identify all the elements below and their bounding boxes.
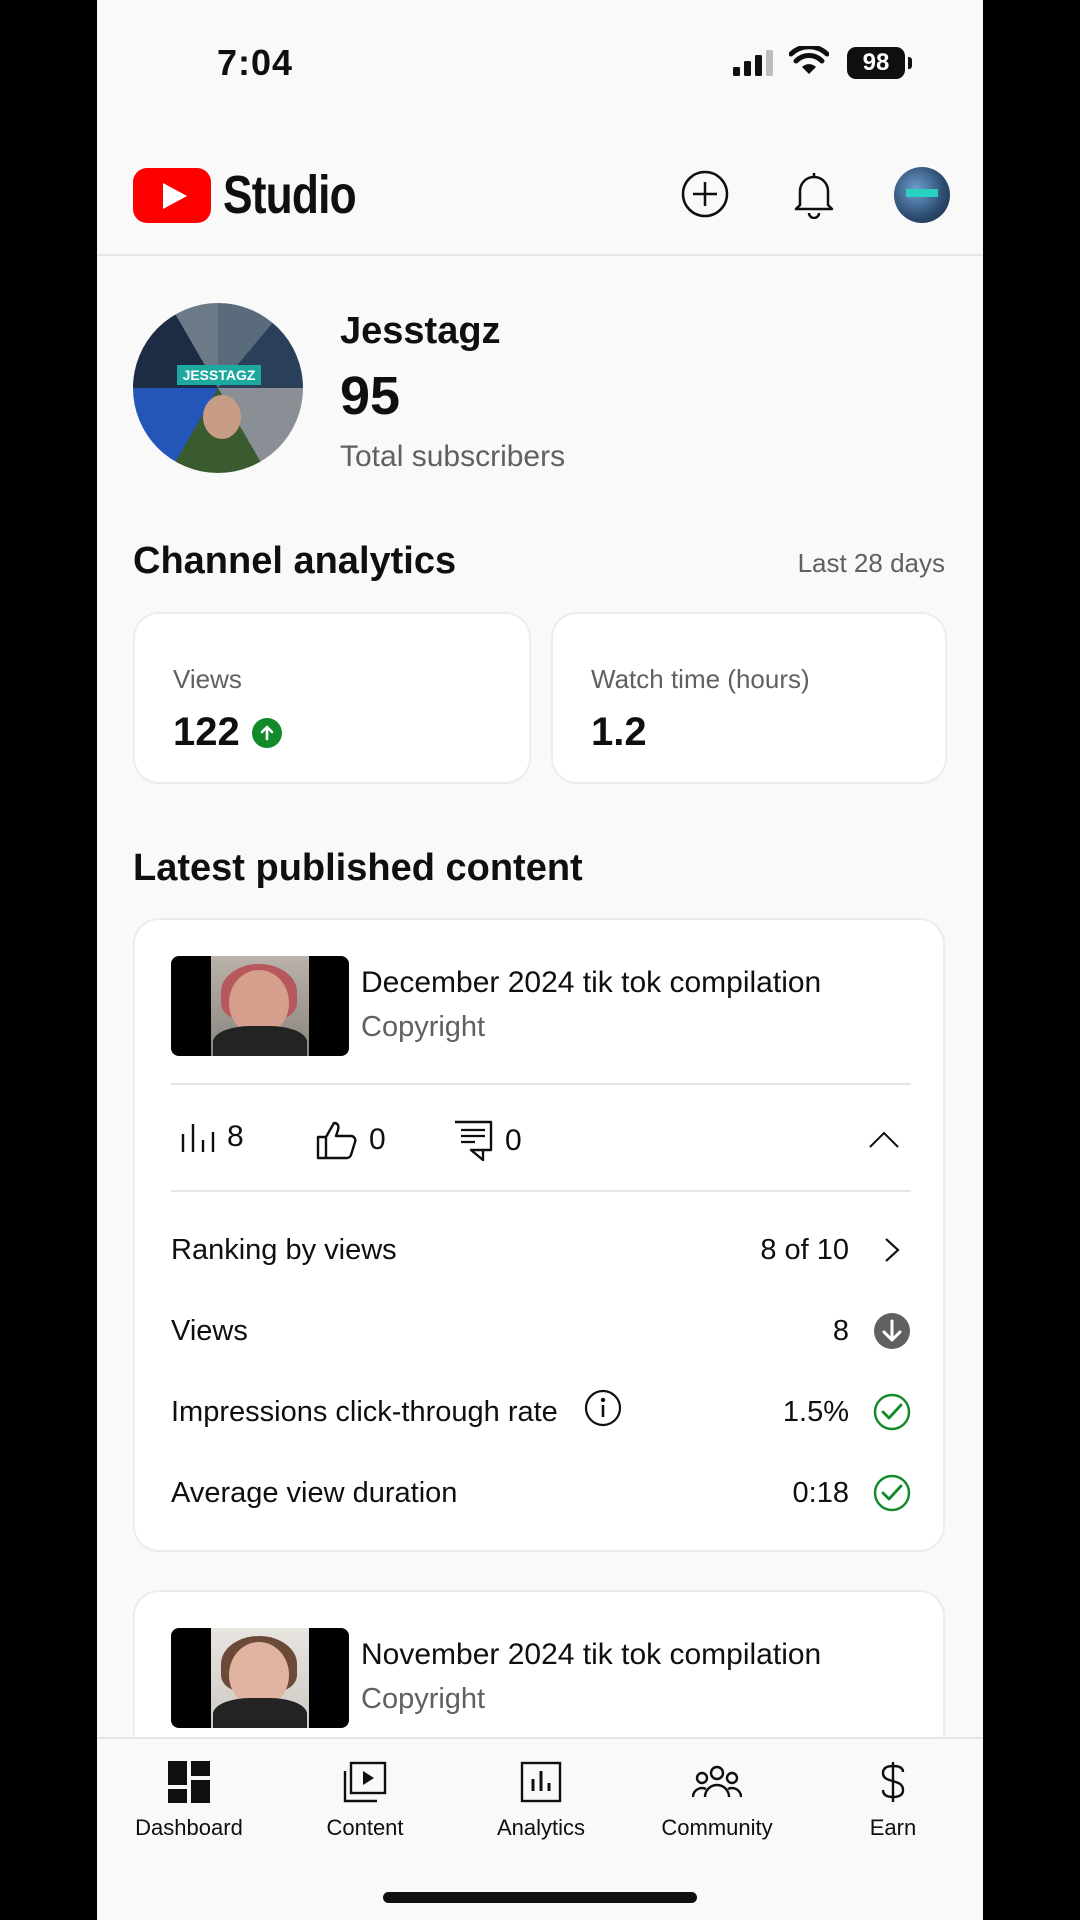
ranking-value: 8 of 10 — [760, 1233, 849, 1266]
ctr-row: Impressions click-through rate 1.5% — [171, 1387, 911, 1437]
info-icon[interactable] — [584, 1389, 622, 1435]
community-icon — [637, 1757, 797, 1807]
views-row: Views 8 — [171, 1306, 911, 1356]
video-status-1: Copyright — [361, 1011, 486, 1043]
divider — [171, 1190, 911, 1192]
video-likes-metric: 0 — [315, 1120, 386, 1160]
dashboard-icon — [109, 1757, 269, 1807]
nav-content-label: Content — [326, 1815, 404, 1840]
analytics-range: Last 28 days — [797, 548, 945, 578]
chevron-up-icon[interactable] — [868, 1130, 900, 1150]
app-header: Studio — [97, 150, 983, 256]
nav-earn-label: Earn — [869, 1815, 917, 1840]
channel-avatar: JESSTAGZ — [133, 303, 303, 473]
trend-up-icon — [251, 717, 282, 748]
account-avatar[interactable] — [894, 167, 950, 223]
add-circle-icon — [681, 170, 729, 218]
watch-time-value: 1.2 — [591, 710, 647, 754]
views-label: Views — [173, 664, 242, 694]
check-circle-icon — [873, 1393, 911, 1431]
thumbs-up-icon — [316, 1121, 357, 1160]
battery-tip — [908, 57, 912, 69]
home-indicator[interactable] — [383, 1892, 697, 1903]
content-icon — [285, 1757, 445, 1807]
phone-screen: 7:04 98 Studio JESSTAGZ Jesstagz 95 Tota… — [97, 0, 983, 1920]
avg-duration-row: Average view duration 0:18 — [171, 1468, 911, 1518]
ranking-label: Ranking by views — [171, 1233, 397, 1266]
views-row-value: 8 — [832, 1314, 849, 1347]
status-bar: 7:04 98 — [97, 0, 983, 120]
latest-content-title: Latest published content — [133, 847, 583, 889]
subscriber-count: 95 — [340, 366, 401, 426]
video-views-count: 8 — [227, 1120, 244, 1153]
video-title-2[interactable]: November 2024 tik tok compilation — [361, 1638, 821, 1672]
youtube-logo-icon — [133, 167, 211, 223]
cellular-signal-icon — [733, 50, 773, 76]
views-card[interactable]: Views 122 — [133, 612, 531, 784]
watch-time-label: Watch time (hours) — [591, 664, 810, 694]
nav-content[interactable]: Content — [285, 1757, 445, 1841]
youtube-studio-logo[interactable]: Studio — [133, 164, 385, 226]
notifications-button[interactable] — [788, 168, 840, 220]
video-likes-count: 0 — [369, 1123, 386, 1156]
watch-time-card[interactable]: Watch time (hours) 1.2 — [551, 612, 947, 784]
battery-indicator: 98 — [847, 47, 905, 79]
nav-community-label: Community — [661, 1815, 773, 1840]
channel-avatar-face — [203, 395, 241, 439]
video-status-2: Copyright — [361, 1683, 486, 1715]
video-views-metric: 8 — [179, 1120, 244, 1154]
wifi-icon — [789, 46, 829, 74]
studio-wordmark: Studio — [223, 165, 357, 225]
avg-duration-label: Average view duration — [171, 1476, 458, 1509]
arrow-down-circle-icon — [873, 1312, 911, 1350]
earn-icon — [813, 1757, 973, 1807]
bar-chart-icon — [181, 1124, 215, 1152]
nav-analytics[interactable]: Analytics — [461, 1757, 621, 1841]
nav-analytics-label: Analytics — [496, 1815, 586, 1840]
video-thumbnail-1[interactable] — [171, 956, 349, 1056]
video-comments-count: 0 — [505, 1124, 522, 1157]
video-title-1[interactable]: December 2024 tik tok compilation — [361, 966, 821, 1000]
views-value-row: 122 — [173, 710, 282, 755]
subscriber-label: Total subscribers — [340, 440, 566, 473]
video-card-1[interactable]: December 2024 tik tok compilation Copyri… — [133, 918, 945, 1552]
ranking-row[interactable]: Ranking by views 8 of 10 — [171, 1225, 911, 1275]
avg-duration-value: 0:18 — [792, 1476, 849, 1509]
views-value: 122 — [173, 710, 240, 754]
ctr-value: 1.5% — [782, 1395, 849, 1428]
views-row-label: Views — [171, 1314, 248, 1347]
bell-icon — [794, 173, 834, 219]
ctr-label: Impressions click-through rate — [171, 1395, 558, 1428]
video-thumbnail-2[interactable] — [171, 1628, 349, 1728]
video-comments-metric: 0 — [453, 1120, 522, 1162]
channel-analytics-title: Channel analytics — [133, 540, 457, 582]
nav-earn[interactable]: Earn — [813, 1757, 973, 1841]
nav-community[interactable]: Community — [637, 1757, 797, 1841]
nav-dashboard[interactable]: Dashboard — [109, 1757, 269, 1841]
chevron-right-icon — [873, 1231, 911, 1269]
status-time: 7:04 — [217, 42, 294, 83]
thumbnail-body — [213, 1026, 307, 1056]
channel-name: Jesstagz — [340, 310, 501, 352]
create-button[interactable] — [679, 168, 731, 220]
check-circle-icon — [873, 1474, 911, 1512]
comment-icon — [455, 1120, 493, 1162]
divider — [171, 1083, 911, 1085]
analytics-icon — [461, 1757, 621, 1807]
channel-avatar-text: JESSTAGZ — [177, 365, 261, 385]
thumbnail-body — [213, 1698, 307, 1728]
nav-dashboard-label: Dashboard — [135, 1815, 243, 1840]
